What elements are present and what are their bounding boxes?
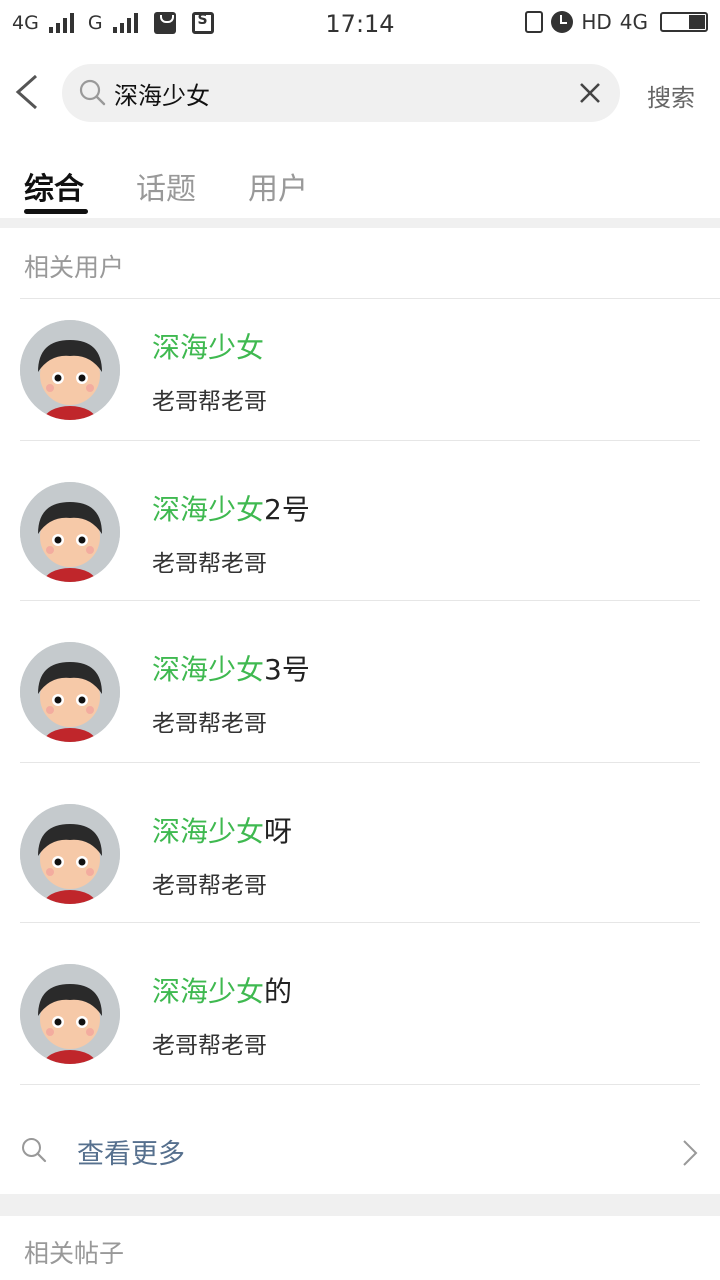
user-description: 老哥帮老哥 — [152, 711, 267, 737]
hd-label: HD — [581, 10, 612, 34]
user-list-item[interactable]: 深海少女呀 老哥帮老哥 — [0, 782, 720, 942]
tab-users[interactable]: 用户 — [248, 164, 308, 208]
user-list-item[interactable]: 深海少女的 老哥帮老哥 — [0, 942, 720, 1102]
avatar — [20, 964, 120, 1064]
user-description: 老哥帮老哥 — [152, 551, 267, 577]
avatar — [20, 804, 120, 904]
avatar — [20, 642, 120, 742]
chevron-right-icon — [683, 1140, 698, 1166]
divider — [20, 1084, 700, 1085]
view-more-row[interactable]: 查看更多 — [0, 1110, 720, 1190]
user-description: 老哥帮老哥 — [152, 389, 267, 415]
active-tab-indicator — [24, 209, 88, 214]
user-name: 深海少女3号 — [152, 653, 310, 686]
avatar — [20, 320, 120, 420]
user-description: 老哥帮老哥 — [152, 1033, 267, 1059]
clear-icon[interactable] — [576, 79, 604, 107]
chevron-left-icon — [15, 74, 37, 110]
user-name: 深海少女 — [152, 331, 265, 364]
search-icon — [79, 79, 106, 106]
search-box[interactable] — [62, 64, 620, 122]
divider — [20, 440, 700, 441]
user-name: 深海少女呀 — [152, 815, 293, 848]
user-name: 深海少女2号 — [152, 493, 310, 526]
divider — [20, 600, 700, 601]
search-button[interactable]: 搜索 — [636, 78, 706, 113]
status-bar: 4G G 17:14 HD 4G — [0, 0, 720, 50]
related-posts-title: 相关帖子 — [24, 1239, 125, 1268]
related-users-title: 相关用户 — [24, 253, 125, 282]
avatar — [20, 482, 120, 582]
section-separator — [0, 1194, 720, 1216]
network-4g-label-right: 4G — [619, 10, 648, 34]
user-name: 深海少女的 — [152, 975, 293, 1008]
user-list-item[interactable]: 深海少女3号 老哥帮老哥 — [0, 620, 720, 780]
search-input[interactable] — [114, 72, 554, 114]
back-button[interactable] — [8, 70, 48, 114]
section-separator — [0, 218, 720, 228]
vibrate-icon — [525, 11, 544, 33]
user-list-item[interactable]: 深海少女 老哥帮老哥 — [0, 298, 720, 458]
alarm-icon — [551, 11, 574, 33]
tab-comprehensive[interactable]: 综合 — [24, 164, 84, 208]
status-right: HD 4G — [525, 10, 708, 34]
battery-icon — [660, 12, 708, 32]
result-tabs: 综合 话题 用户 — [0, 156, 720, 218]
tab-topics[interactable]: 话题 — [136, 164, 196, 208]
search-icon — [22, 1138, 47, 1163]
divider — [20, 922, 700, 923]
user-description: 老哥帮老哥 — [152, 873, 267, 899]
user-list-item[interactable]: 深海少女2号 老哥帮老哥 — [0, 460, 720, 620]
divider — [20, 762, 700, 763]
view-more-label: 查看更多 — [77, 1139, 185, 1170]
